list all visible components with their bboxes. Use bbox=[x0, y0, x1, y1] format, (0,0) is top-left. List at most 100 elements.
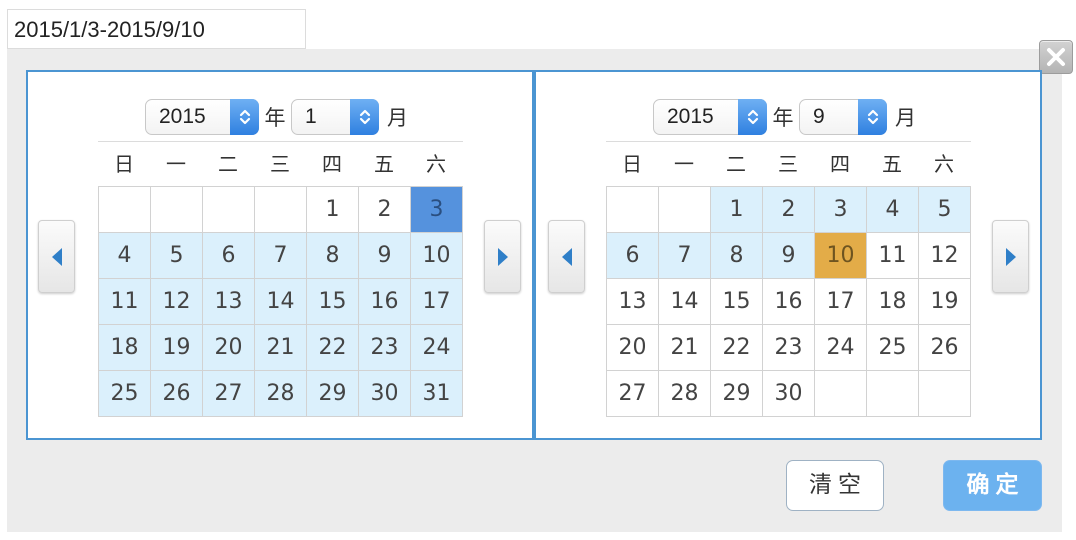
weekday-label: 四 bbox=[322, 152, 342, 176]
in-range-day-cell[interactable]: 9 bbox=[762, 232, 815, 279]
prev-month-button[interactable] bbox=[548, 220, 585, 293]
in-range-day-cell[interactable]: 17 bbox=[410, 278, 463, 325]
weekday-label: 六 bbox=[426, 152, 446, 176]
in-range-day-cell[interactable]: 7 bbox=[658, 232, 711, 279]
in-range-day-cell[interactable]: 2 bbox=[762, 186, 815, 233]
up-down-icon bbox=[858, 99, 887, 135]
in-range-day-cell[interactable]: 16 bbox=[358, 278, 411, 325]
year-label: 年 bbox=[264, 106, 286, 130]
day-cell[interactable]: 15 bbox=[710, 278, 763, 325]
in-range-day-cell[interactable]: 11 bbox=[98, 278, 151, 325]
day-cell[interactable]: 29 bbox=[710, 370, 763, 417]
in-range-day-cell[interactable]: 10 bbox=[410, 232, 463, 279]
day-cell[interactable]: 11 bbox=[866, 232, 919, 279]
next-month-button[interactable] bbox=[992, 220, 1029, 293]
in-range-day-cell[interactable]: 28 bbox=[254, 370, 307, 417]
in-range-day-cell[interactable]: 7 bbox=[254, 232, 307, 279]
day-cell[interactable]: 17 bbox=[814, 278, 867, 325]
in-range-day-cell[interactable]: 20 bbox=[202, 324, 255, 371]
in-range-day-cell[interactable]: 8 bbox=[710, 232, 763, 279]
day-cell[interactable]: 12 bbox=[918, 232, 971, 279]
day-cell[interactable]: 18 bbox=[866, 278, 919, 325]
in-range-day-cell[interactable]: 23 bbox=[358, 324, 411, 371]
day-cell[interactable]: 30 bbox=[762, 370, 815, 417]
weekday-label: 五 bbox=[882, 152, 902, 176]
month-label: 月 bbox=[387, 106, 408, 130]
in-range-day-cell[interactable]: 1 bbox=[710, 186, 763, 233]
in-range-day-cell[interactable]: 27 bbox=[202, 370, 255, 417]
day-cell[interactable]: 23 bbox=[762, 324, 815, 371]
in-range-day-cell[interactable]: 21 bbox=[254, 324, 307, 371]
weekday-label: 五 bbox=[374, 152, 394, 176]
day-cell[interactable]: 25 bbox=[866, 324, 919, 371]
empty-day-cell bbox=[150, 186, 203, 233]
confirm-button[interactable]: 确定 bbox=[943, 460, 1042, 511]
in-range-day-cell[interactable]: 14 bbox=[254, 278, 307, 325]
day-cell[interactable]: 19 bbox=[918, 278, 971, 325]
day-cell[interactable]: 13 bbox=[606, 278, 659, 325]
calendar-panel-left: 2015 年 1 月 日 一 二 三 四 五 六 1 2 3 4 5 6 7 8 9 10 11 12… bbox=[26, 70, 534, 440]
day-cell[interactable]: 16 bbox=[762, 278, 815, 325]
calendar-week-row: 12345 bbox=[606, 186, 971, 233]
day-cell[interactable]: 1 bbox=[306, 186, 359, 233]
day-cell[interactable]: 26 bbox=[918, 324, 971, 371]
weekday-label: 日 bbox=[114, 152, 134, 176]
day-grid-right: 1 2 3 4 5 6 7 8 9 10 11 12 13 14 15 16 17 18 19 20 21 22 23 24 2… bbox=[606, 186, 971, 417]
empty-day-cell bbox=[918, 370, 971, 417]
in-range-day-cell[interactable]: 22 bbox=[306, 324, 359, 371]
in-range-day-cell[interactable]: 12 bbox=[150, 278, 203, 325]
in-range-day-cell[interactable]: 5 bbox=[918, 186, 971, 233]
weekday-label: 日 bbox=[622, 152, 642, 176]
today-day-cell[interactable]: 10 bbox=[814, 232, 867, 279]
day-cell[interactable]: 21 bbox=[658, 324, 711, 371]
in-range-day-cell[interactable]: 13 bbox=[202, 278, 255, 325]
weekday-label: 二 bbox=[218, 152, 238, 176]
in-range-day-cell[interactable]: 3 bbox=[814, 186, 867, 233]
in-range-day-cell[interactable]: 15 bbox=[306, 278, 359, 325]
prev-month-button[interactable] bbox=[38, 220, 75, 293]
up-down-icon bbox=[350, 99, 379, 135]
range-start-day-cell[interactable]: 3 bbox=[410, 186, 463, 233]
year-select[interactable]: 2015 bbox=[653, 99, 767, 135]
in-range-day-cell[interactable]: 6 bbox=[202, 232, 255, 279]
empty-day-cell bbox=[606, 186, 659, 233]
in-range-day-cell[interactable]: 29 bbox=[306, 370, 359, 417]
day-cell[interactable]: 24 bbox=[814, 324, 867, 371]
clear-button[interactable]: 清空 bbox=[786, 460, 884, 511]
in-range-day-cell[interactable]: 5 bbox=[150, 232, 203, 279]
day-cell[interactable]: 28 bbox=[658, 370, 711, 417]
day-cell[interactable]: 27 bbox=[606, 370, 659, 417]
weekday-label: 三 bbox=[270, 152, 290, 176]
day-cell[interactable]: 20 bbox=[606, 324, 659, 371]
empty-day-cell bbox=[98, 186, 151, 233]
in-range-day-cell[interactable]: 19 bbox=[150, 324, 203, 371]
chevron-left-icon bbox=[51, 247, 62, 266]
day-cell[interactable]: 14 bbox=[658, 278, 711, 325]
in-range-day-cell[interactable]: 4 bbox=[866, 186, 919, 233]
year-select-value: 2015 bbox=[667, 105, 714, 128]
month-select-value: 1 bbox=[305, 105, 317, 128]
in-range-day-cell[interactable]: 26 bbox=[150, 370, 203, 417]
in-range-day-cell[interactable]: 9 bbox=[358, 232, 411, 279]
month-select[interactable]: 9 bbox=[799, 99, 887, 135]
in-range-day-cell[interactable]: 24 bbox=[410, 324, 463, 371]
weekday-label: 一 bbox=[674, 152, 694, 176]
day-cell[interactable]: 22 bbox=[710, 324, 763, 371]
day-cell[interactable]: 2 bbox=[358, 186, 411, 233]
in-range-day-cell[interactable]: 31 bbox=[410, 370, 463, 417]
in-range-day-cell[interactable]: 18 bbox=[98, 324, 151, 371]
in-range-day-cell[interactable]: 8 bbox=[306, 232, 359, 279]
month-select[interactable]: 1 bbox=[291, 99, 379, 135]
in-range-day-cell[interactable]: 30 bbox=[358, 370, 411, 417]
calendar-week-row: 20 21 22 23 24 25 26 bbox=[606, 324, 971, 371]
weekday-label: 二 bbox=[726, 152, 746, 176]
in-range-day-cell[interactable]: 6 bbox=[606, 232, 659, 279]
year-select[interactable]: 2015 bbox=[145, 99, 259, 135]
next-month-button[interactable] bbox=[484, 220, 521, 293]
in-range-day-cell[interactable]: 4 bbox=[98, 232, 151, 279]
in-range-day-cell[interactable]: 25 bbox=[98, 370, 151, 417]
close-button[interactable] bbox=[1039, 40, 1073, 74]
month-selector-bar: 2015 年 1 月 bbox=[145, 99, 419, 135]
day-grid-left: 1 2 3 4 5 6 7 8 9 10 11 12 13 14 15 16 17 18 19 20 21 22 23 24 2… bbox=[98, 186, 463, 417]
date-range-input[interactable]: 2015/1/3-2015/9/10 bbox=[7, 9, 306, 49]
